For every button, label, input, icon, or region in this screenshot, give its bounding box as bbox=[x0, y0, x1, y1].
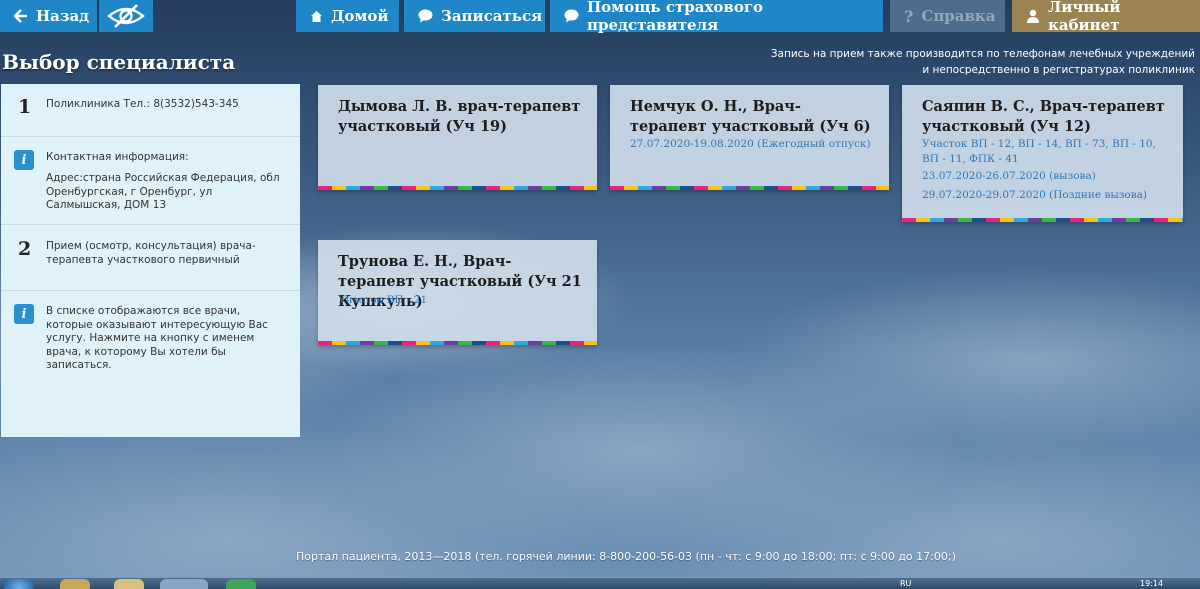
language-indicator[interactable]: RU bbox=[900, 579, 911, 589]
color-stripe bbox=[318, 341, 597, 345]
doctor-name: Немчук О. Н., Врач-терапевт участковый (… bbox=[630, 98, 871, 135]
info-panel: 1 Поликлиника Тел.: 8(3532)543-345 i Кон… bbox=[1, 84, 300, 437]
accessibility-toggle-button[interactable] bbox=[99, 0, 153, 32]
reference-button[interactable]: ? Справка bbox=[890, 0, 1005, 32]
eye-slash-icon bbox=[106, 3, 146, 29]
doctor-name: Саяпин В. С., Врач-терапевт участковый (… bbox=[922, 98, 1165, 135]
chat-bubble-icon bbox=[418, 9, 433, 23]
taskbar-app-active[interactable] bbox=[160, 579, 208, 589]
page-title: Выбор специалиста bbox=[2, 50, 236, 74]
divider bbox=[1, 290, 300, 291]
doctor-sections: Участок ВП - 12, ВП - 14, ВП - 73, ВП - … bbox=[922, 138, 1156, 165]
contact-address: Адрес:страна Российская Федерация, обл О… bbox=[46, 172, 280, 211]
color-stripe bbox=[902, 218, 1183, 222]
user-icon bbox=[1026, 9, 1040, 23]
contact-label: Контактная информация: bbox=[46, 151, 189, 163]
back-button[interactable]: Назад bbox=[0, 0, 97, 32]
service-text: Прием (осмотр, консультация) врача-терап… bbox=[46, 240, 256, 266]
insurance-help-label: Помощь страхового представителя bbox=[587, 0, 764, 34]
home-icon bbox=[310, 10, 323, 23]
taskbar-app[interactable] bbox=[60, 579, 90, 589]
doctor-name: Дымова Л. В. врач-терапевт участковый (У… bbox=[338, 98, 581, 135]
signup-label: Записаться bbox=[441, 7, 543, 25]
doctor-card[interactable]: Саяпин В. С., Врач-терапевт участковый (… bbox=[902, 85, 1183, 222]
divider bbox=[1, 136, 300, 137]
doctor-card[interactable]: Трунова Е. Н., Врач-терапевт участковый … bbox=[318, 240, 597, 345]
clinic-phone-text: Поликлиника Тел.: 8(3532)543-345 bbox=[46, 98, 239, 110]
divider bbox=[1, 224, 300, 225]
clock[interactable]: 19:14 bbox=[1140, 579, 1163, 589]
personal-cabinet-button[interactable]: Личный кабинет bbox=[1012, 0, 1200, 34]
doctor-sections: Участок ВП - 21 bbox=[338, 294, 428, 306]
step-1-number: 1 bbox=[18, 96, 32, 118]
info-icon: i bbox=[14, 150, 34, 170]
doctor-schedule-note: 23.07.2020-26.07.2020 (вызова) bbox=[922, 170, 1096, 182]
arrow-left-icon bbox=[14, 9, 28, 23]
phone-notice-line-2: и непосредственно в регистратурах поликл… bbox=[922, 64, 1195, 76]
step-2-row: 2 Прием (осмотр, консультация) врача-тер… bbox=[1, 238, 300, 288]
os-taskbar: RU 19:14 bbox=[0, 577, 1200, 589]
chat-bubble-icon bbox=[564, 9, 579, 23]
footer-text: Портал пациента, 2013—2018 (тел. горячей… bbox=[296, 550, 956, 563]
doctor-card[interactable]: Дымова Л. В. врач-терапевт участковый (У… bbox=[318, 85, 597, 190]
contact-row: i Контактная информация: Адрес:страна Ро… bbox=[1, 150, 300, 230]
reference-label: Справка bbox=[921, 7, 996, 25]
personal-cabinet-label: Личный кабинет bbox=[1048, 0, 1121, 34]
hint-row: i В списке отображаются все врачи, котор… bbox=[1, 304, 300, 384]
info-icon: i bbox=[14, 304, 34, 324]
insurance-help-button[interactable]: Помощь страхового представителя bbox=[550, 0, 883, 34]
question-icon: ? bbox=[904, 6, 914, 26]
hint-text: В списке отображаются все врачи, которые… bbox=[46, 305, 268, 371]
taskbar-app[interactable] bbox=[226, 579, 256, 589]
start-button[interactable] bbox=[4, 579, 34, 589]
home-label: Домой bbox=[331, 7, 389, 25]
phone-notice-line-1: Запись на прием также производится по те… bbox=[770, 48, 1195, 60]
doctor-card[interactable]: Немчук О. Н., Врач-терапевт участковый (… bbox=[610, 85, 889, 190]
home-button[interactable]: Домой bbox=[296, 0, 399, 32]
back-label: Назад bbox=[36, 7, 90, 25]
color-stripe bbox=[610, 186, 889, 190]
color-stripe bbox=[318, 186, 597, 190]
step-2-number: 2 bbox=[18, 238, 32, 260]
doctor-schedule-note: 27.07.2020-19.08.2020 (Ежегодный отпуск) bbox=[630, 138, 871, 150]
step-1-row: 1 Поликлиника Тел.: 8(3532)543-345 bbox=[1, 96, 300, 146]
taskbar-app[interactable] bbox=[114, 579, 144, 589]
doctor-schedule-note: 29.07.2020-29.07.2020 (Поздние вызова) bbox=[922, 189, 1148, 201]
signup-button[interactable]: Записаться bbox=[404, 0, 545, 32]
phone-notice: Запись на прием также производится по те… bbox=[715, 46, 1195, 78]
